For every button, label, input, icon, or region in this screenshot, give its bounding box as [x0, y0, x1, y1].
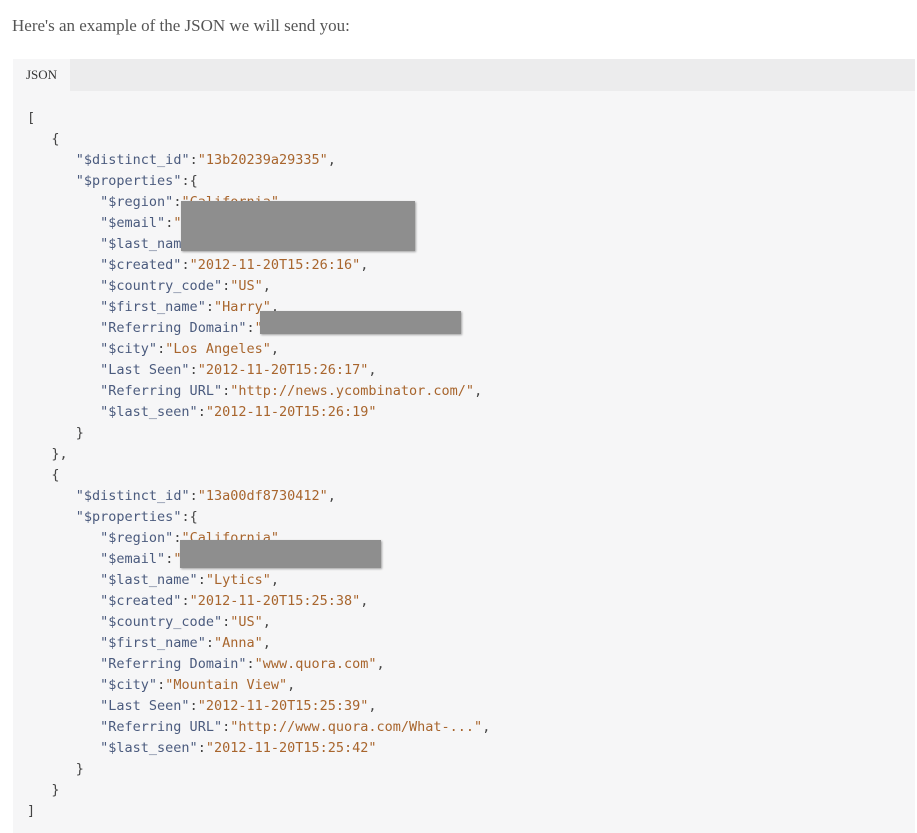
property-line: "$last_seen":"2012-11-20T15:25:42"	[100, 740, 377, 756]
property-line: "Last Seen":"2012-11-20T15:26:17",	[100, 362, 377, 378]
property-line: "$country_code":"US",	[100, 614, 271, 630]
code-block: JSON [ { "$distinct_id":"13b20239a29335"…	[13, 59, 915, 833]
property-line: "$last_name":"Lytics",	[100, 572, 280, 588]
array-open: [	[27, 110, 36, 126]
redaction-email-1	[181, 201, 415, 251]
property-line: "Last Seen":"2012-11-20T15:25:39",	[100, 698, 377, 714]
object-close: }	[27, 782, 60, 798]
property-line: "$last_seen":"2012-11-20T15:26:19"	[100, 404, 377, 420]
properties-close: }	[27, 761, 84, 777]
redaction-domain-1	[260, 311, 461, 334]
property-line: "$created":"2012-11-20T15:25:38",	[100, 593, 369, 609]
object-close: },	[27, 446, 68, 462]
properties-close: }	[27, 425, 84, 441]
property-line: "$country_code":"US",	[100, 278, 271, 294]
redaction-email-2	[180, 540, 381, 568]
property-line: "Referring URL":"http://www.quora.com/Wh…	[100, 719, 491, 735]
property-line: "$city":"Los Angeles",	[100, 341, 280, 357]
property-line: "$created":"2012-11-20T15:26:16",	[100, 257, 369, 273]
code-tab-bar: JSON	[13, 59, 915, 91]
properties-line: "$properties":{	[75, 173, 198, 189]
property-line: "Referring Domain":"www.quora.com",	[100, 656, 385, 672]
property-line: "Referring URL":"http://news.ycombinator…	[100, 383, 483, 399]
tab-json[interactable]: JSON	[13, 59, 70, 91]
distinct-id-line: "$distinct_id":"13a00df8730412",	[75, 488, 336, 504]
object-open: {	[27, 467, 60, 483]
array-close: ]	[27, 803, 36, 819]
properties-line: "$properties":{	[75, 509, 198, 525]
property-line: "$city":"Mountain View",	[100, 677, 296, 693]
object-open: {	[27, 131, 60, 147]
distinct-id-line: "$distinct_id":"13b20239a29335",	[75, 152, 336, 168]
property-line: "$first_name":"Anna",	[100, 635, 271, 651]
intro-text: Here's an example of the JSON we will se…	[12, 16, 350, 35]
